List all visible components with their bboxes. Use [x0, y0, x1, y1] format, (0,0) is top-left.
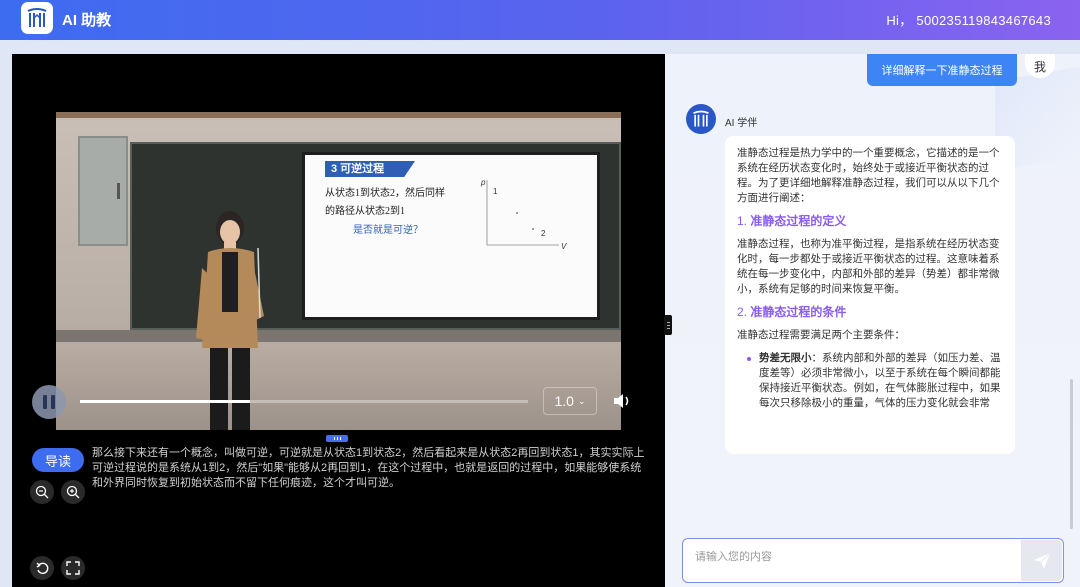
top-header: AI 助教 Hi， 500235119843467643: [0, 0, 1080, 40]
zoom-in-button[interactable]: [61, 480, 85, 504]
video-transcript: 那么接下来还有一个概念，叫做可逆，可逆就是从状态1到状态2，然后看起来是从状态2…: [92, 447, 645, 489]
teacher-figure: [196, 211, 264, 430]
slide-line: 的路径从状态2到1: [325, 206, 405, 217]
slide-line: 从状态1到状态2，然后同样: [325, 188, 445, 199]
ai-logo-icon: [693, 110, 709, 127]
section-heading: 2. 准静态过程的条件: [737, 305, 1003, 320]
graph-p-label: p: [480, 178, 486, 187]
zoom-out-icon: [35, 485, 49, 499]
video-progress-fill: [80, 400, 251, 403]
chat-panel: 详细解释一下准静态过程 我 AI 学伴 准静态过程是热力学中的一个重要概念，它描…: [665, 54, 1080, 587]
graph-point-1: 1: [493, 187, 498, 196]
section-body: 准静态过程需要满足两个主要条件：: [737, 329, 905, 341]
app-title: AI 助教: [62, 12, 112, 29]
graph-v-label: V: [561, 242, 567, 251]
ai-avatar: [686, 104, 716, 134]
graph-point-2: 2: [541, 229, 546, 238]
video-progress-bar[interactable]: [80, 400, 528, 403]
chat-input[interactable]: [695, 551, 995, 563]
ai-intro: 准静态过程是热力学中的一个重要概念，它描述的是一个系统在经历状态变化时，始终处于…: [737, 147, 1000, 204]
bullet-title: 势差无限小: [759, 352, 812, 364]
user-message-bubble: 详细解释一下准静态过程: [867, 54, 1017, 86]
section-heading: 1. 准静态过程的定义: [737, 214, 1003, 229]
ai-message-bubble: 准静态过程是热力学中的一个重要概念，它描述的是一个系统在经历状态变化时，始终处于…: [725, 136, 1015, 454]
list-item: 势差无限小：系统内部和外部的差异（如压力差、温度差等）必须非常微小，以至于系统在…: [747, 351, 1003, 411]
wall-cabinet: [78, 136, 128, 246]
playback-speed-button[interactable]: 1.0 ⌄: [543, 387, 597, 415]
pause-icon: [43, 395, 47, 409]
replay-button[interactable]: [30, 556, 54, 580]
section-number: 2.: [737, 305, 748, 319]
section-title: 准静态过程的条件: [750, 305, 847, 319]
video-panel: 3 可逆过程 从状态1到状态2，然后同样 的路径从状态2到1 是否就是可逆？ p…: [12, 54, 665, 587]
chat-scrollbar[interactable]: [1070, 379, 1073, 529]
slide-title: 3 可逆过程: [325, 161, 415, 177]
speed-label: 1.0: [554, 393, 574, 409]
guide-button[interactable]: 导读: [32, 448, 84, 472]
chat-input-box[interactable]: [682, 538, 1064, 583]
zoom-out-button[interactable]: [30, 480, 54, 504]
transcript-drag-handle[interactable]: [326, 435, 348, 442]
pause-button[interactable]: [32, 385, 66, 419]
pause-icon: [51, 395, 55, 409]
slide-screen: 3 可逆过程 从状态1到状态2，然后同样 的路径从状态2到1 是否就是可逆？ p…: [302, 152, 600, 320]
pv-graph: p V 1 2: [480, 178, 567, 251]
user-greeting: Hi， 500235119843467643: [886, 13, 1051, 28]
zoom-in-icon: [66, 485, 80, 499]
slide-text: 从状态1到状态2，然后同样 的路径从状态2到1: [325, 185, 465, 221]
slide-question: 是否就是可逆？: [353, 225, 423, 236]
send-icon: [1033, 552, 1050, 569]
fullscreen-icon: [66, 561, 80, 575]
panel-resize-handle[interactable]: [664, 315, 672, 335]
ai-name: AI 学伴: [725, 118, 758, 129]
section-title: 准静态过程的定义: [750, 214, 847, 228]
section-body: 准静态过程，也称为准平衡过程，是指系统在经历状态变化时，每一步都处于或接近平衡状…: [737, 238, 1000, 295]
chevron-down-icon: ⌄: [577, 395, 586, 406]
ceiling-strip: [56, 112, 621, 118]
floor: [56, 342, 621, 430]
condition-list: 势差无限小：系统内部和外部的差异（如压力差、温度差等）必须非常微小，以至于系统在…: [737, 351, 1003, 411]
wall-base: [56, 330, 621, 342]
replay-icon: [36, 562, 49, 575]
video-player[interactable]: 3 可逆过程 从状态1到状态2，然后同样 的路径从状态2到1 是否就是可逆？ p…: [56, 112, 621, 430]
logo-icon: [27, 8, 47, 27]
fullscreen-button[interactable]: [61, 556, 85, 580]
app-logo: [21, 2, 53, 34]
section-number: 1.: [737, 214, 748, 228]
send-button[interactable]: [1021, 540, 1062, 581]
volume-icon[interactable]: [612, 391, 632, 411]
